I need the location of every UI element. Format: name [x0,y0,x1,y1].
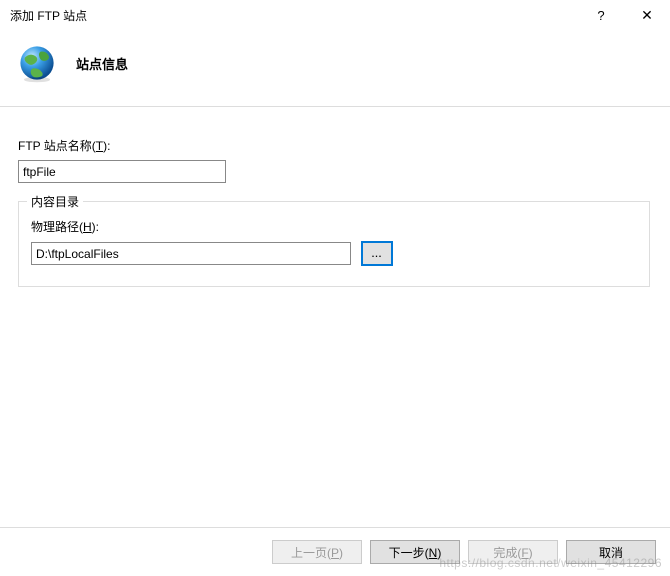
titlebar-buttons: ? ✕ [578,0,670,30]
help-button[interactable]: ? [578,0,624,30]
physical-path-input[interactable] [31,242,351,265]
wizard-step-title: 站点信息 [76,54,128,73]
finish-button: 完成(F) [468,540,558,564]
content-directory-group: 内容目录 物理路径(H): ... [18,201,650,287]
content-directory-legend: 内容目录 [27,193,83,210]
titlebar: 添加 FTP 站点 ? ✕ [0,0,670,30]
physical-path-label: 物理路径(H): [31,218,637,235]
window-title: 添加 FTP 站点 [10,7,87,24]
wizard-header: 站点信息 [0,30,670,106]
wizard-footer: 上一页(P) 下一步(N) 完成(F) 取消 [0,528,670,576]
previous-button: 上一页(P) [272,540,362,564]
browse-button[interactable]: ... [361,241,393,266]
close-button[interactable]: ✕ [624,0,670,30]
site-name-input[interactable] [18,160,226,183]
next-button[interactable]: 下一步(N) [370,540,460,564]
site-name-label: FTP 站点名称(T): [18,137,652,154]
cancel-button[interactable]: 取消 [566,540,656,564]
wizard-content: FTP 站点名称(T): 内容目录 物理路径(H): ... [0,107,670,297]
globe-icon [16,42,58,84]
